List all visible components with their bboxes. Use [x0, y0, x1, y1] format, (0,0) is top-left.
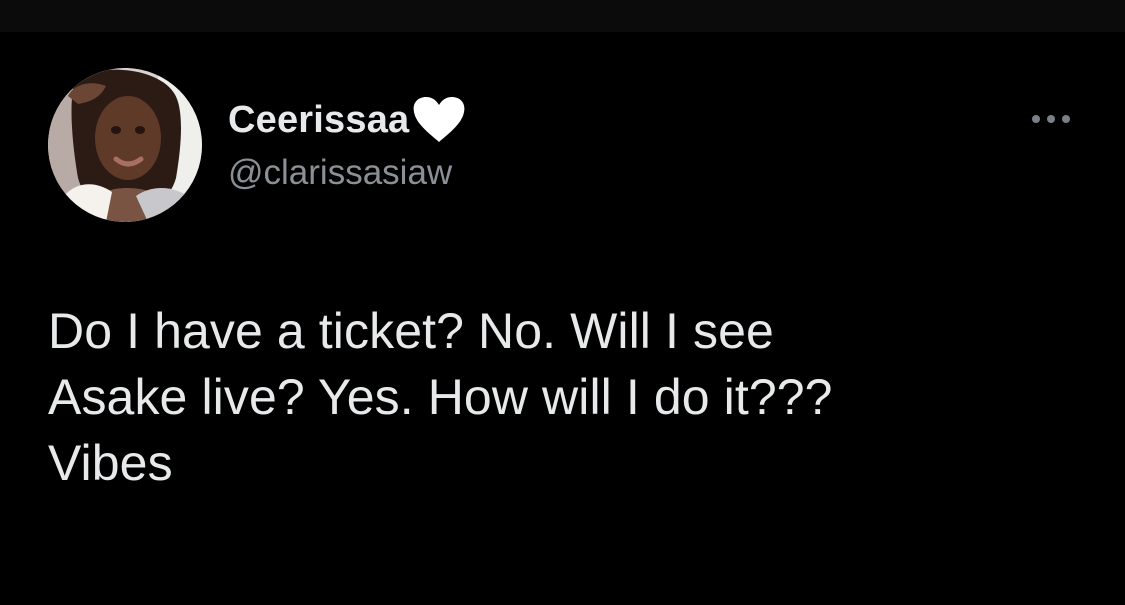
- display-name-row: Ceerissaa: [228, 94, 467, 146]
- white-heart-icon: [411, 95, 467, 145]
- tweet-screenshot: Ceerissaa @clarissasiaw Do I have a tick…: [0, 0, 1125, 605]
- tweet-card: Ceerissaa @clarissasiaw Do I have a tick…: [0, 32, 1125, 605]
- more-options-button[interactable]: [1022, 104, 1080, 134]
- user-handle[interactable]: @clarissasiaw: [228, 150, 452, 196]
- top-bar: [0, 0, 1125, 32]
- more-options-icon: [1032, 115, 1070, 123]
- avatar[interactable]: [48, 68, 202, 222]
- user-avatar-photo-icon: [48, 68, 202, 222]
- tweet-text: Do I have a ticket? No. Will I see Asake…: [48, 303, 833, 491]
- display-name[interactable]: Ceerissaa: [228, 94, 409, 146]
